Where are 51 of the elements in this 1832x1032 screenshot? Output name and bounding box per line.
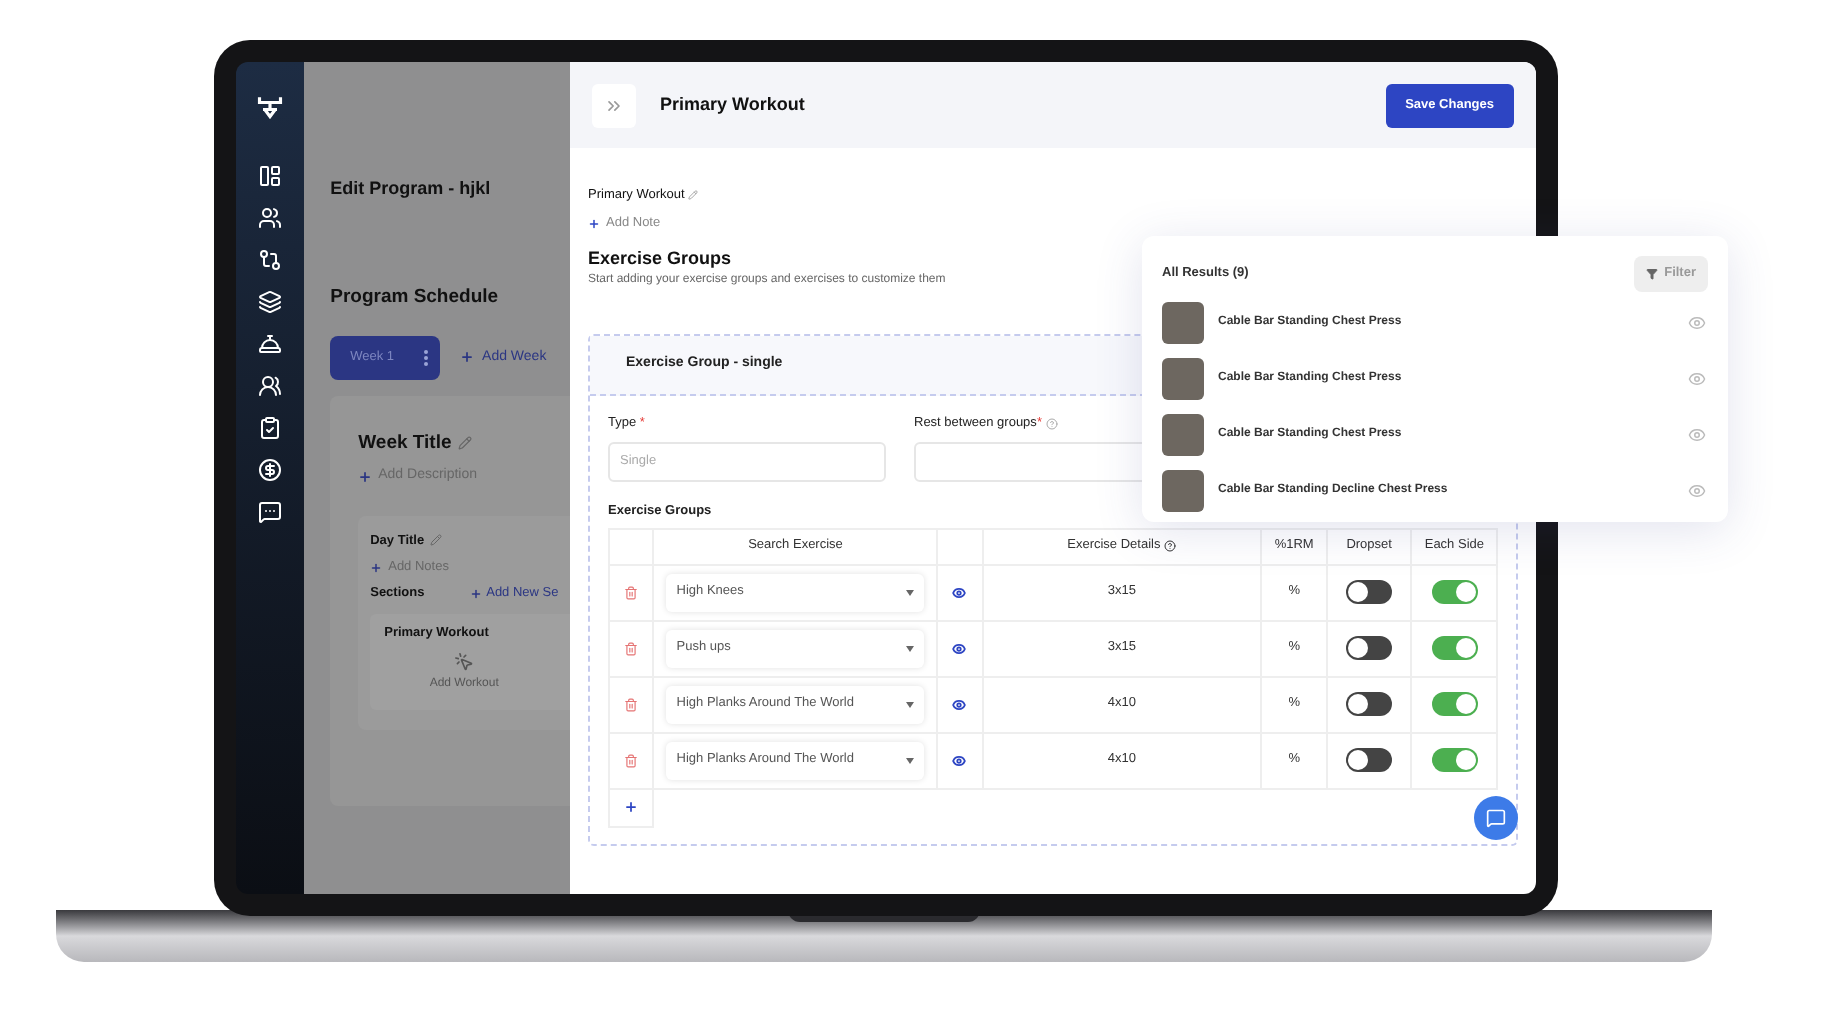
photo-placeholder <box>1162 302 1204 344</box>
delete-icon[interactable] <box>624 753 639 768</box>
page-title: Edit Program - hjkl <box>330 176 493 202</box>
week-title: Week Title <box>358 429 452 458</box>
eye-icon[interactable] <box>952 641 967 656</box>
plus-icon <box>588 217 600 230</box>
delete-icon[interactable] <box>624 585 639 600</box>
toggle-switch[interactable] <box>1346 692 1393 717</box>
caret-icon <box>906 701 915 708</box>
toggle-switch[interactable] <box>1346 748 1393 773</box>
layers-icon[interactable] <box>258 290 283 314</box>
toggle-switch[interactable] <box>1431 748 1478 773</box>
more-icon[interactable] <box>424 349 431 366</box>
plus-icon <box>460 350 475 365</box>
photo-placeholder <box>1162 470 1204 512</box>
eye-icon[interactable] <box>952 585 967 600</box>
chat-icon[interactable] <box>258 500 283 524</box>
plus-icon <box>370 562 383 575</box>
caret-icon <box>906 589 915 596</box>
bell-icon[interactable] <box>258 332 283 356</box>
pointer-icon[interactable] <box>454 651 475 671</box>
toggle-switch[interactable] <box>1346 636 1393 661</box>
dollar-icon[interactable] <box>258 458 283 482</box>
compare-icon[interactable] <box>258 248 283 272</box>
section-heading: Program Schedule <box>330 283 501 311</box>
add-row-icon[interactable] <box>624 800 639 815</box>
photo-placeholder <box>1162 414 1204 456</box>
section-heading: Exercise Groups <box>588 245 732 272</box>
group-icon[interactable] <box>258 206 283 230</box>
plus-icon <box>358 469 373 484</box>
delete-icon[interactable] <box>624 697 639 712</box>
toggle-switch[interactable] <box>1346 580 1393 605</box>
filter-icon <box>1646 268 1659 280</box>
eye-icon[interactable] <box>952 753 967 768</box>
clipboard-icon[interactable] <box>258 416 283 440</box>
help-icon[interactable] <box>1164 540 1177 553</box>
users-icon[interactable] <box>258 374 283 398</box>
drawer-title: Primary Workout <box>660 91 805 118</box>
plus-icon <box>470 587 483 600</box>
delete-icon[interactable] <box>624 641 639 656</box>
toggle-switch[interactable] <box>1431 636 1478 661</box>
logo-icon[interactable] <box>256 92 285 120</box>
toggle-switch[interactable] <box>1431 580 1478 605</box>
eye-icon[interactable] <box>952 697 967 712</box>
caret-icon <box>906 757 915 764</box>
toggle-switch[interactable] <box>1431 692 1478 717</box>
photo-placeholder <box>1162 358 1204 400</box>
layout-icon[interactable] <box>258 164 283 188</box>
chat-icon <box>1486 808 1506 828</box>
caret-icon <box>906 645 915 652</box>
chevrons-right-icon <box>604 95 624 115</box>
